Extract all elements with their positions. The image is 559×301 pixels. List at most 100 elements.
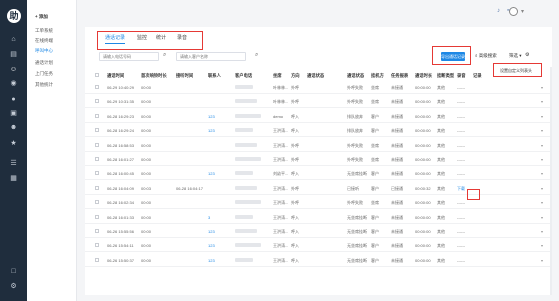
- submenu-item-call-center[interactable]: 呼叫中心: [35, 48, 53, 54]
- add-button[interactable]: + 添加: [35, 14, 48, 20]
- chevron-down-icon[interactable]: ▾: [541, 99, 543, 104]
- row-checkbox[interactable]: [95, 229, 99, 233]
- row-checkbox[interactable]: [95, 171, 99, 176]
- row-checkbox[interactable]: [95, 200, 99, 205]
- person-icon[interactable]: ☻: [9, 124, 18, 132]
- chevron-down-icon[interactable]: ▾: [541, 229, 543, 234]
- column-settings-popup[interactable]: 设置自定义列表头: [493, 63, 542, 77]
- col-agent[interactable]: 坐席: [273, 73, 282, 79]
- export-button[interactable]: 导出通话记录: [441, 52, 465, 61]
- submenu-item-ticket[interactable]: 工单系统: [35, 28, 53, 34]
- scrollbar[interactable]: [550, 67, 552, 295]
- cell-dur: 00:00:00: [415, 85, 431, 90]
- cell-dir: 呼入: [291, 257, 299, 263]
- user-icon[interactable]: ☺: [9, 66, 18, 74]
- col-contact[interactable]: 联系人: [208, 73, 221, 79]
- tab-monitor[interactable]: 监控: [137, 34, 147, 41]
- cell-time: 06-28 16:29:23: [107, 113, 134, 119]
- submenu-item-call-plan[interactable]: 通话计划: [35, 60, 53, 66]
- cell-contact: 123: [208, 229, 215, 234]
- bell-icon[interactable]: ♪: [497, 8, 500, 14]
- chevron-down-icon[interactable]: ▾: [541, 243, 543, 248]
- col-duration[interactable]: 通话时长: [415, 73, 432, 79]
- chevron-down-icon[interactable]: ▾: [541, 114, 543, 119]
- table-row[interactable]: 06-28 16:01:27 00:00 王洪涛... 外呼 外呼失败 坐席 未接通 00:0…: [85, 153, 552, 166]
- col-hangup-type[interactable]: 挂断类型: [437, 73, 454, 79]
- col-answer-time[interactable]: 接听时间: [176, 73, 193, 79]
- select-all-checkbox[interactable]: [95, 73, 99, 77]
- chevron-down-icon[interactable]: ▾: [521, 8, 524, 15]
- cell-ring: 00:00: [141, 243, 152, 249]
- row-checkbox[interactable]: [95, 128, 99, 133]
- table-row[interactable]: 06-28 16:02:34 00:00 王洪涛... 外呼 外呼失败 坐席 未接通 00:0…: [85, 196, 552, 210]
- folder-icon[interactable]: ▣: [9, 110, 18, 118]
- avatar[interactable]: [509, 7, 518, 16]
- monitor-icon[interactable]: □: [9, 268, 18, 276]
- submenu-item-other[interactable]: 其他统计: [35, 82, 53, 88]
- table-row[interactable]: 06-26 15:50:37 00:00 123 王洪涛... 呼入 无坐席挂断 客户 未接通…: [85, 254, 552, 267]
- chevron-down-icon[interactable]: ▾: [541, 85, 543, 90]
- grid-icon[interactable]: ▦: [9, 175, 18, 183]
- row-checkbox[interactable]: [95, 185, 99, 190]
- table-row[interactable]: 06-28 16:29:24 00:00 123 王洪涛... 呼入 排队放弃 客户 未接通 0…: [85, 124, 552, 138]
- submenu-item-onsite[interactable]: 上门任务: [35, 71, 53, 77]
- row-checkbox[interactable]: [95, 157, 99, 161]
- table-row[interactable]: 06-28 16:00:45 00:00 123 刘幼平... 呼入 无坐席挂断 客户 未接通…: [85, 167, 552, 181]
- phone-search-input[interactable]: [99, 52, 159, 61]
- chevron-down-icon[interactable]: ▾: [541, 171, 543, 176]
- col-status[interactable]: 通话状态: [347, 73, 364, 79]
- row-checkbox[interactable]: [95, 85, 99, 89]
- table-row[interactable]: 06-28 16:58:53 00:00 王洪涛... 外呼 外呼失败 坐席 未接通 00:0…: [85, 139, 552, 152]
- cell-rec[interactable]: 下载: [457, 186, 465, 192]
- col-hangup-party[interactable]: 挂机方: [371, 73, 384, 79]
- table-row[interactable]: 06-29 10:31:35 00:00 叶林林... 外呼 外呼失败 坐席 未接通 00:0…: [85, 95, 552, 109]
- chart-icon[interactable]: ▤: [9, 51, 18, 59]
- chevron-down-icon[interactable]: ▾: [541, 215, 543, 220]
- chevron-down-icon[interactable]: ▾: [541, 143, 543, 148]
- chevron-down-icon[interactable]: ▾: [541, 128, 543, 133]
- cell-type: 其他: [437, 243, 445, 249]
- col-direction[interactable]: 方向: [291, 73, 300, 79]
- table-row[interactable]: 06-28 16:01:33 00:00 3 王洪涛... 呼入 无坐席挂断 客户 未接通 00…: [85, 211, 552, 224]
- row-checkbox[interactable]: [95, 243, 99, 248]
- list-icon[interactable]: ☰: [9, 160, 18, 168]
- col-call-time[interactable]: 通话时间: [107, 73, 124, 79]
- gear-icon[interactable]: ⚙: [525, 52, 529, 58]
- search-icon[interactable]: ⌕: [163, 52, 166, 59]
- chat-icon[interactable]: ●: [9, 96, 18, 104]
- col-status-a[interactable]: 通话状态: [307, 73, 324, 79]
- row-checkbox[interactable]: [95, 257, 99, 262]
- col-first-ring[interactable]: 首次响铃时长: [141, 73, 167, 79]
- col-recording[interactable]: 录音: [457, 73, 466, 79]
- chevron-down-icon[interactable]: ▾: [541, 186, 543, 191]
- search-icon[interactable]: ⌕: [255, 52, 258, 59]
- row-checkbox[interactable]: [95, 99, 99, 104]
- tab-recordings[interactable]: 录音: [177, 34, 187, 41]
- col-record[interactable]: 记录: [473, 73, 482, 79]
- tab-call-records[interactable]: 通话记录: [105, 34, 126, 44]
- chevron-down-icon[interactable]: ▾: [541, 200, 543, 205]
- advanced-search-button[interactable]: ⌕ 高级搜索: [475, 53, 497, 59]
- location-icon[interactable]: ◉: [9, 80, 18, 88]
- table-row[interactable]: 06-29 10:40:29 00:00 叶林林... 外呼 外呼失败 坐席 未接通 00:0…: [85, 81, 552, 94]
- col-customer-phone[interactable]: 客户电话: [235, 73, 252, 79]
- cell-rec: ------: [457, 99, 465, 105]
- filter-button[interactable]: 筛选 ▾: [509, 53, 522, 59]
- table-row[interactable]: 06-28 16:04:09 00:03 06-28 16:04:17 王洪涛... 外…: [85, 182, 552, 195]
- row-checkbox[interactable]: [95, 113, 99, 118]
- star-icon[interactable]: ★: [9, 140, 18, 148]
- settings-icon[interactable]: ⚙: [9, 283, 18, 291]
- table-row[interactable]: 06-28 16:29:23 00:00 123 demo 呼入 排队放弃 客户 未接通 00:…: [85, 110, 552, 123]
- table-row[interactable]: 06-26 15:54:11 00:00 123 王洪涛... 呼入 无坐席挂断 客户 未接通…: [85, 239, 552, 253]
- home-icon[interactable]: ⌂: [9, 36, 18, 44]
- chevron-down-icon[interactable]: ▾: [541, 157, 543, 162]
- row-checkbox[interactable]: [95, 214, 99, 219]
- app-logo[interactable]: 助: [7, 9, 21, 23]
- table-row[interactable]: 06-26 15:55:56 00:00 123 王洪涛... 呼入 无坐席挂断 客户 未接通…: [85, 225, 552, 238]
- row-checkbox[interactable]: [95, 142, 99, 147]
- tab-statistics[interactable]: 统计: [156, 34, 166, 41]
- chevron-down-icon[interactable]: ▾: [541, 258, 543, 263]
- col-task-report[interactable]: 任务报表: [391, 73, 408, 79]
- submenu-item-online[interactable]: 在线终端: [35, 38, 53, 44]
- customer-search-input[interactable]: [176, 52, 246, 61]
